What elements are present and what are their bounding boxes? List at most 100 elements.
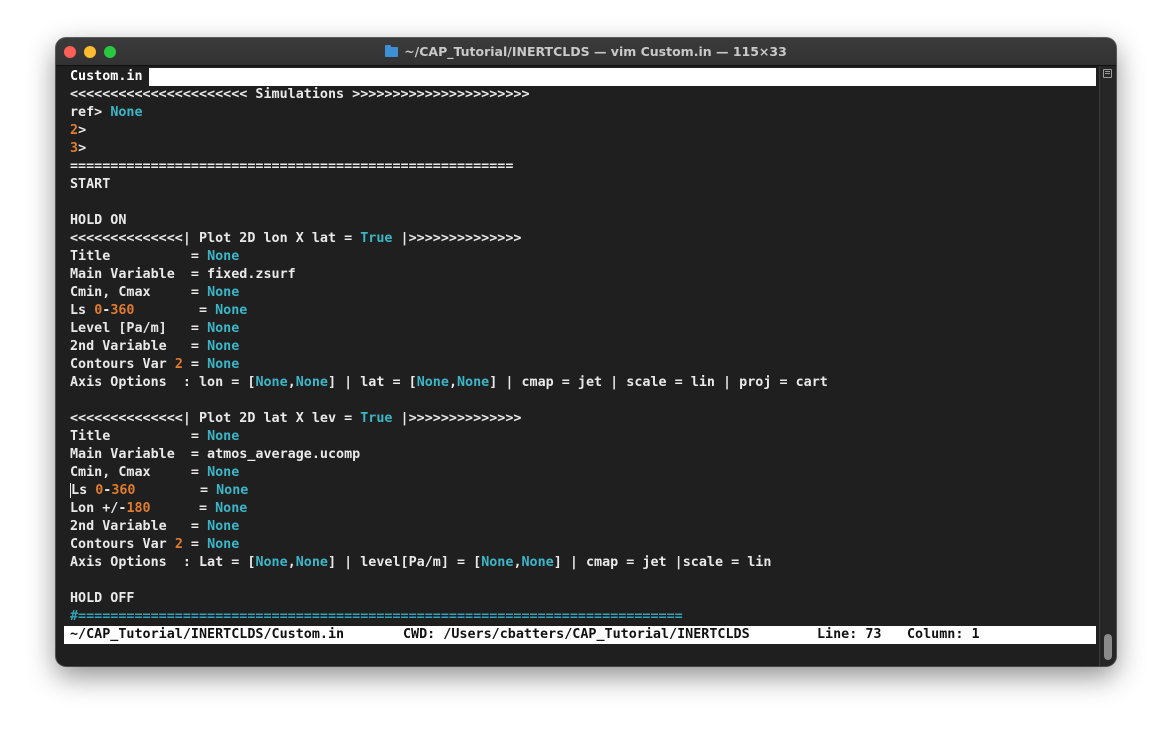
hold-off-keyword: HOLD OFF: [70, 591, 135, 606]
block2-contours-num: 2: [174, 537, 183, 552]
sim2-num: 2: [70, 123, 79, 138]
window-title: ~/CAP_Tutorial/INERTCLDS — vim Custom.in…: [404, 44, 787, 59]
terminal-window: ~/CAP_Tutorial/INERTCLDS — vim Custom.in…: [56, 38, 1116, 666]
block1-axis-v3: None: [416, 375, 449, 390]
block1-ls-value: None: [215, 303, 248, 318]
block1-axis-a: Axis Options : lon = [: [70, 375, 256, 390]
block2-cmin-key: Cmin, Cmax =: [70, 465, 208, 480]
block2-axis-c: ] | cmap = jet |scale = lin: [553, 555, 772, 570]
block1-contours-line: Contours Var 2 = None: [70, 356, 239, 374]
block1-axis-comma1: ,: [287, 375, 296, 390]
folder-icon: [385, 44, 399, 57]
block1-level-key: Level [Pa/m] =: [70, 321, 208, 336]
block1-axis-b: ] | lat = [: [328, 375, 417, 390]
block1-var2-key: 2nd Variable =: [70, 339, 208, 354]
block1-cmin-key: Cmin, Cmax =: [70, 285, 208, 300]
block2-var2-line: 2nd Variable = None: [70, 518, 239, 536]
block2-contours-key: Contours Var: [70, 537, 175, 552]
block2-axis-line: Axis Options : Lat = [None,None] | level…: [70, 554, 771, 572]
tab-bar: Custom.in: [64, 68, 1096, 86]
block2-lon-line: Lon +/-180 = None: [70, 500, 247, 518]
block2-contours-line: Contours Var 2 = None: [70, 536, 239, 554]
sim-header: <<<<<<<<<<<<<<<<<<<<<< Simulations >>>>>…: [70, 87, 530, 102]
ref-value: None: [110, 105, 143, 120]
block2-axis-v3: None: [481, 555, 514, 570]
status-column-number: Column: 1: [907, 627, 980, 642]
block1-title-key: Title =: [70, 249, 208, 264]
block1-header-post: |>>>>>>>>>>>>>>: [392, 231, 522, 246]
block1-contours-eq: =: [182, 357, 208, 372]
block2-var2-value: None: [207, 519, 240, 534]
scrollbar-thumb[interactable]: [1104, 634, 1112, 660]
block2-axis-v4: None: [521, 555, 554, 570]
sim-header-line: <<<<<<<<<<<<<<<<<<<<<< Simulations >>>>>…: [70, 86, 530, 104]
start-line: START: [70, 176, 110, 194]
block1-contours-value: None: [207, 357, 240, 372]
block2-header-value: True: [360, 411, 393, 426]
status-cwd: CWD: /Users/cbatters/CAP_Tutorial/INERTC…: [403, 627, 750, 642]
block2-title-line: Title = None: [70, 428, 239, 446]
block2-ls-eq: =: [135, 483, 217, 498]
block1-contours-key: Contours Var: [70, 357, 175, 372]
ref-label: ref>: [70, 105, 111, 120]
comment-separator-line: #=======================================…: [70, 608, 683, 626]
sim3-suffix: >: [78, 141, 87, 156]
block1-axis-c: ] | cmap = jet | scale = lin | proj = ca…: [489, 375, 828, 390]
title-bar[interactable]: ~/CAP_Tutorial/INERTCLDS — vim Custom.in…: [56, 38, 1116, 66]
block2-axis-v1: None: [255, 555, 288, 570]
block2-cmin-value: None: [207, 465, 240, 480]
block2-lon-eq: =: [150, 501, 216, 516]
comment-separator: #=======================================…: [70, 609, 683, 624]
block1-axis-v4: None: [457, 375, 490, 390]
scrollbar-menu-icon[interactable]: [1103, 69, 1112, 78]
block1-var2-line: 2nd Variable = None: [70, 338, 239, 356]
block2-mainvar: Main Variable = atmos_average.ucomp: [70, 447, 361, 462]
block1-mainvar-line: Main Variable = fixed.zsurf: [70, 266, 296, 284]
block2-cmin-line: Cmin, Cmax = None: [70, 464, 239, 482]
block1-header-pre: <<<<<<<<<<<<<<| Plot 2D lon X lat =: [70, 231, 361, 246]
tab-custom-in[interactable]: Custom.in: [64, 68, 149, 86]
hold-off-line: HOLD OFF: [70, 590, 135, 608]
block1-cmin-value: None: [207, 285, 240, 300]
block2-header-pre: <<<<<<<<<<<<<<| Plot 2D lat X lev =: [70, 411, 361, 426]
block1-ls-line: Ls 0-360 = None: [70, 302, 247, 320]
block2-axis-b: ] | level[Pa/m] = [: [328, 555, 482, 570]
status-line-number: Line: 73: [817, 627, 882, 642]
vertical-scrollbar[interactable]: [1099, 66, 1116, 666]
block2-header: <<<<<<<<<<<<<<| Plot 2D lat X lev = True…: [70, 410, 521, 428]
block2-contours-eq: =: [182, 537, 208, 552]
sim2-suffix: >: [78, 123, 87, 138]
block1-axis-line: Axis Options : lon = [None,None] | lat =…: [70, 374, 828, 392]
separator-line: ========================================…: [70, 158, 513, 176]
block2-ls-n2: 360: [111, 483, 136, 498]
vim-editor[interactable]: Custom.in <<<<<<<<<<<<<<<<<<<<<< Simulat…: [64, 66, 1099, 666]
block2-ls-line: Ls 0-360 = None: [70, 482, 248, 500]
sim3-num: 3: [70, 141, 79, 156]
block1-level-line: Level [Pa/m] = None: [70, 320, 239, 338]
block1-header: <<<<<<<<<<<<<<| Plot 2D lon X lat = True…: [70, 230, 521, 248]
block2-lon-value: None: [215, 501, 248, 516]
sim3-line: 3>: [70, 140, 86, 158]
status-file-path: ~/CAP_Tutorial/INERTCLDS/Custom.in: [70, 627, 345, 642]
block1-ls-key: Ls: [70, 303, 95, 318]
start-keyword: START: [70, 177, 111, 192]
block2-contours-value: None: [207, 537, 240, 552]
ref-line: ref> None: [70, 104, 143, 122]
sim2-line: 2>: [70, 122, 86, 140]
block1-var2-value: None: [207, 339, 240, 354]
block1-level-value: None: [207, 321, 240, 336]
block2-axis-comma1: ,: [287, 555, 296, 570]
block2-axis-a: Axis Options : Lat = [: [70, 555, 256, 570]
hold-on-line: HOLD ON: [70, 212, 126, 230]
block2-header-post: |>>>>>>>>>>>>>>: [392, 411, 522, 426]
separator: ========================================…: [70, 159, 514, 174]
block2-ls-value: None: [216, 483, 249, 498]
block2-var2-key: 2nd Variable =: [70, 519, 208, 534]
block2-ls-key: s: [79, 483, 96, 498]
block1-title-line: Title = None: [70, 248, 239, 266]
block2-lon-key: Lon +/-: [70, 501, 127, 516]
block1-cmin-line: Cmin, Cmax = None: [70, 284, 239, 302]
block1-axis-comma2: ,: [448, 375, 457, 390]
block2-title-key: Title =: [70, 429, 208, 444]
block2-lon-num: 180: [126, 501, 151, 516]
